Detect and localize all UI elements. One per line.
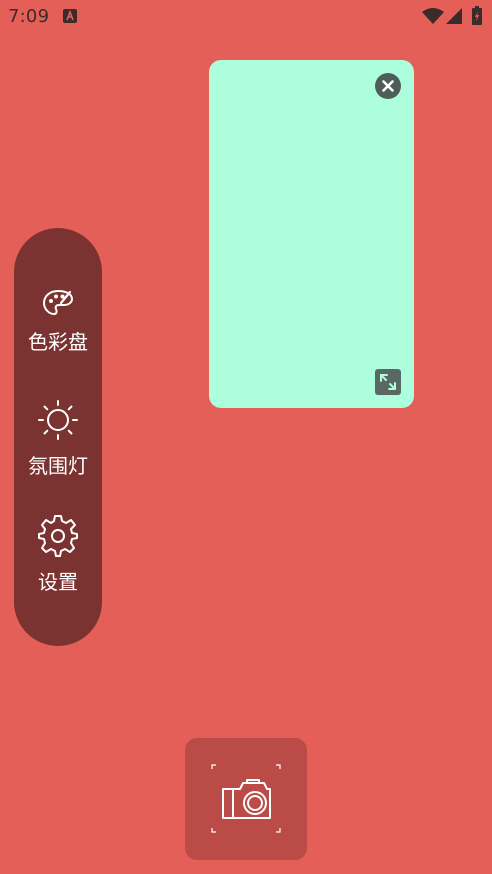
cellular-signal-icon xyxy=(446,8,463,29)
menu-label-ambient-light: 氛围灯 xyxy=(28,454,88,478)
sun-icon xyxy=(14,398,102,446)
side-menu: 色彩盘 氛围灯 设置 xyxy=(14,228,102,646)
expand-icon[interactable] xyxy=(375,369,401,395)
close-icon[interactable] xyxy=(375,73,401,99)
camera-button[interactable] xyxy=(185,738,307,860)
palette-icon xyxy=(14,288,102,322)
menu-item-ambient-light[interactable]: 氛围灯 xyxy=(14,398,102,479)
menu-item-palette[interactable]: 色彩盘 xyxy=(14,288,102,355)
menu-item-settings[interactable]: 设置 xyxy=(14,514,102,595)
status-time: 7:09 xyxy=(8,6,50,27)
menu-label-settings: 设置 xyxy=(38,570,78,594)
color-preview-card[interactable] xyxy=(209,60,414,408)
menu-label-palette: 色彩盘 xyxy=(28,330,88,354)
app-notification-icon xyxy=(63,9,77,23)
gear-icon xyxy=(14,514,102,562)
battery-icon xyxy=(472,6,482,29)
status-bar: 7:09 xyxy=(0,0,492,34)
camera-icon xyxy=(211,764,281,833)
wifi-icon xyxy=(422,8,444,29)
